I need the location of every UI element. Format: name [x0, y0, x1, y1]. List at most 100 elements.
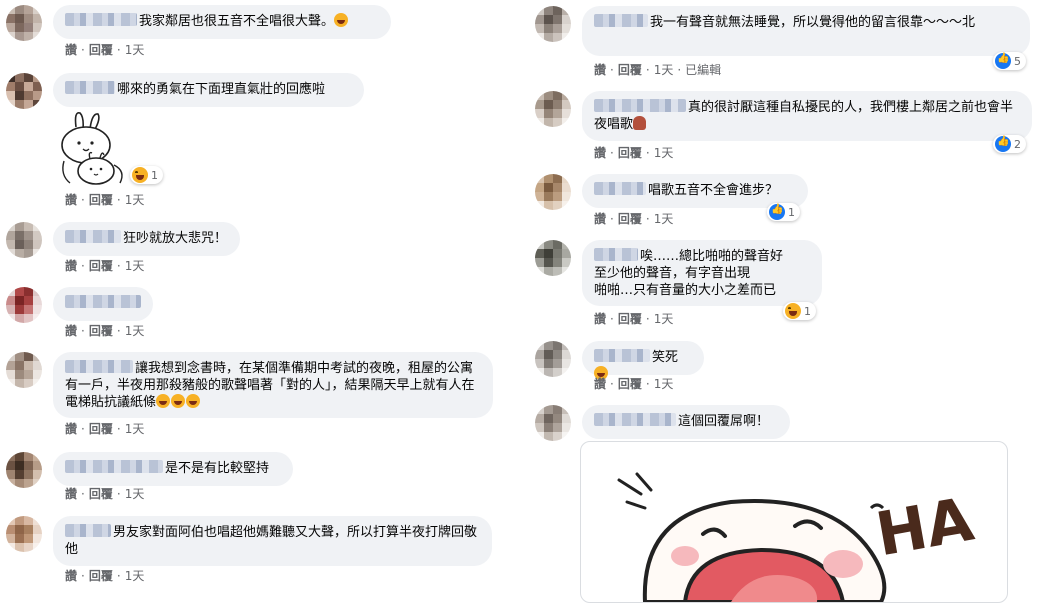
- comment-actions: 讚 · 回覆 · 1天: [65, 43, 145, 57]
- avatar[interactable]: [6, 222, 42, 258]
- comment-time[interactable]: 1天: [125, 259, 145, 273]
- avatar[interactable]: [6, 73, 42, 109]
- comment-actions: 讚 · 回覆 · 1天: [65, 487, 145, 501]
- commenter-name[interactable]: [65, 360, 133, 373]
- reaction-count[interactable]: 1: [783, 302, 816, 320]
- avatar[interactable]: [6, 5, 42, 41]
- reply-link[interactable]: 回覆: [618, 63, 642, 77]
- comment-time[interactable]: 1天: [654, 63, 674, 77]
- comment-time[interactable]: 1天: [654, 377, 674, 391]
- comment-time[interactable]: 1天: [654, 312, 674, 326]
- like-reaction-icon: [995, 53, 1011, 69]
- laughing-face-sticker-image: HA: [617, 472, 979, 602]
- comment-text: 哪來的勇氣在下面理直氣壯的回應啦: [117, 82, 326, 97]
- comment-bubble: 笑死: [582, 341, 704, 380]
- like-link[interactable]: 讚: [594, 63, 606, 77]
- comment-bubble: 讓我想到念書時，在某個準備期中考試的夜晚，租屋的公寓有一戶，半夜用那殺豬般的歌聲…: [53, 352, 493, 418]
- comment-bubble: 我家鄰居也很五音不全唱很大聲。: [53, 5, 391, 39]
- like-link[interactable]: 讚: [65, 324, 77, 338]
- commenter-name[interactable]: [65, 230, 121, 243]
- avatar[interactable]: [6, 352, 42, 388]
- comment-text: 是不是有比較堅持: [165, 461, 270, 476]
- like-link[interactable]: 讚: [65, 422, 77, 436]
- edited-label: 已編輯: [685, 63, 722, 77]
- commenter-name[interactable]: [65, 460, 163, 473]
- comment-text: 這個回覆屌啊！: [678, 414, 770, 429]
- comment-time[interactable]: 1天: [125, 422, 145, 436]
- comment-text: 男友家對面阿伯也唱超他媽難聽又大聲，所以打算半夜打牌回敬他: [65, 525, 478, 557]
- comment-time[interactable]: 1天: [125, 193, 145, 207]
- avatar[interactable]: [535, 240, 571, 276]
- reply-link[interactable]: 回覆: [89, 569, 113, 583]
- comment-actions: 讚 · 回覆 · 1天: [594, 377, 674, 391]
- comment-bubble: [53, 287, 153, 321]
- haha-reaction-icon: [785, 303, 801, 319]
- reply-link[interactable]: 回覆: [618, 212, 642, 226]
- comment-time[interactable]: 1天: [125, 569, 145, 583]
- like-reaction-icon: [995, 136, 1011, 152]
- reply-link[interactable]: 回覆: [618, 146, 642, 160]
- comment-time[interactable]: 1天: [654, 146, 674, 160]
- commenter-name[interactable]: [594, 413, 676, 426]
- comment-bubble: 狂吵就放大悲咒！: [53, 222, 240, 256]
- like-link[interactable]: 讚: [65, 193, 77, 207]
- avatar[interactable]: [535, 405, 571, 441]
- comment-bubble: 唉……總比啪啪的聲音好 至少他的聲音，有字音出現 啪啪…只有音量的大小之差而已: [582, 240, 822, 306]
- comment-text: 唱歌五音不全會進步？: [648, 183, 779, 198]
- laughing-emoji-icon: [156, 394, 171, 408]
- commenter-name[interactable]: [594, 349, 650, 362]
- commenter-name[interactable]: [594, 14, 648, 27]
- like-link[interactable]: 讚: [594, 212, 606, 226]
- reply-link[interactable]: 回覆: [89, 422, 113, 436]
- avatar[interactable]: [535, 341, 571, 377]
- comment-actions: 讚 · 回覆 · 1天: [594, 146, 674, 160]
- commenter-name[interactable]: [65, 13, 137, 26]
- avatar[interactable]: [535, 91, 571, 127]
- commenter-name[interactable]: [65, 524, 111, 537]
- comment-bubble: 這個回覆屌啊！: [582, 405, 790, 439]
- comment-actions: 讚 · 回覆 · 1天: [65, 259, 145, 273]
- reply-link[interactable]: 回覆: [618, 312, 642, 326]
- like-link[interactable]: 讚: [594, 377, 606, 391]
- avatar[interactable]: [6, 452, 42, 488]
- reply-link[interactable]: 回覆: [618, 377, 642, 391]
- commenter-name[interactable]: [65, 295, 141, 308]
- comment-bubble: 真的很討厭這種自私擾民的人，我們樓上鄰居之前也會半夜唱歌: [582, 91, 1032, 141]
- commenter-name[interactable]: [65, 81, 115, 94]
- laughing-emoji-icon: [171, 394, 186, 408]
- comment-actions: 讚 · 回覆 · 1天: [65, 324, 145, 338]
- avatar[interactable]: [535, 174, 571, 210]
- reply-link[interactable]: 回覆: [89, 259, 113, 273]
- comment-time[interactable]: 1天: [125, 324, 145, 338]
- like-link[interactable]: 讚: [65, 569, 77, 583]
- reaction-count[interactable]: 1: [130, 166, 163, 184]
- comment-time[interactable]: 1天: [125, 487, 145, 501]
- commenter-name[interactable]: [594, 99, 686, 112]
- like-link[interactable]: 讚: [65, 43, 77, 57]
- person-emoji-icon: [633, 116, 647, 130]
- comment-time[interactable]: 1天: [125, 43, 145, 57]
- reply-link[interactable]: 回覆: [89, 43, 113, 57]
- avatar[interactable]: [6, 287, 42, 323]
- comment-time[interactable]: 1天: [654, 212, 674, 226]
- avatar[interactable]: [6, 516, 42, 552]
- reaction-count[interactable]: 5: [993, 52, 1026, 70]
- comment-bubble: 哪來的勇氣在下面理直氣壯的回應啦: [53, 73, 364, 107]
- reaction-count[interactable]: 2: [993, 135, 1026, 153]
- comment-actions: 讚 · 回覆 · 1天: [65, 569, 145, 583]
- like-link[interactable]: 讚: [65, 259, 77, 273]
- comment-bubble: 男友家對面阿伯也唱超他媽難聽又大聲，所以打算半夜打牌回敬他: [53, 516, 492, 566]
- reply-link[interactable]: 回覆: [89, 193, 113, 207]
- commenter-name[interactable]: [594, 248, 638, 261]
- reply-link[interactable]: 回覆: [89, 324, 113, 338]
- like-link[interactable]: 讚: [65, 487, 77, 501]
- laughing-emoji-icon: [186, 394, 201, 408]
- reaction-count[interactable]: 1: [767, 203, 800, 221]
- commenter-name[interactable]: [594, 182, 646, 195]
- comment-bubble: 我一有聲音就無法睡覺，所以覺得他的留言很靠～～～北: [582, 6, 1030, 56]
- comment-actions: 讚 · 回覆 · 1天: [65, 422, 145, 436]
- avatar[interactable]: [535, 6, 571, 42]
- reply-link[interactable]: 回覆: [89, 487, 113, 501]
- like-link[interactable]: 讚: [594, 146, 606, 160]
- like-link[interactable]: 讚: [594, 312, 606, 326]
